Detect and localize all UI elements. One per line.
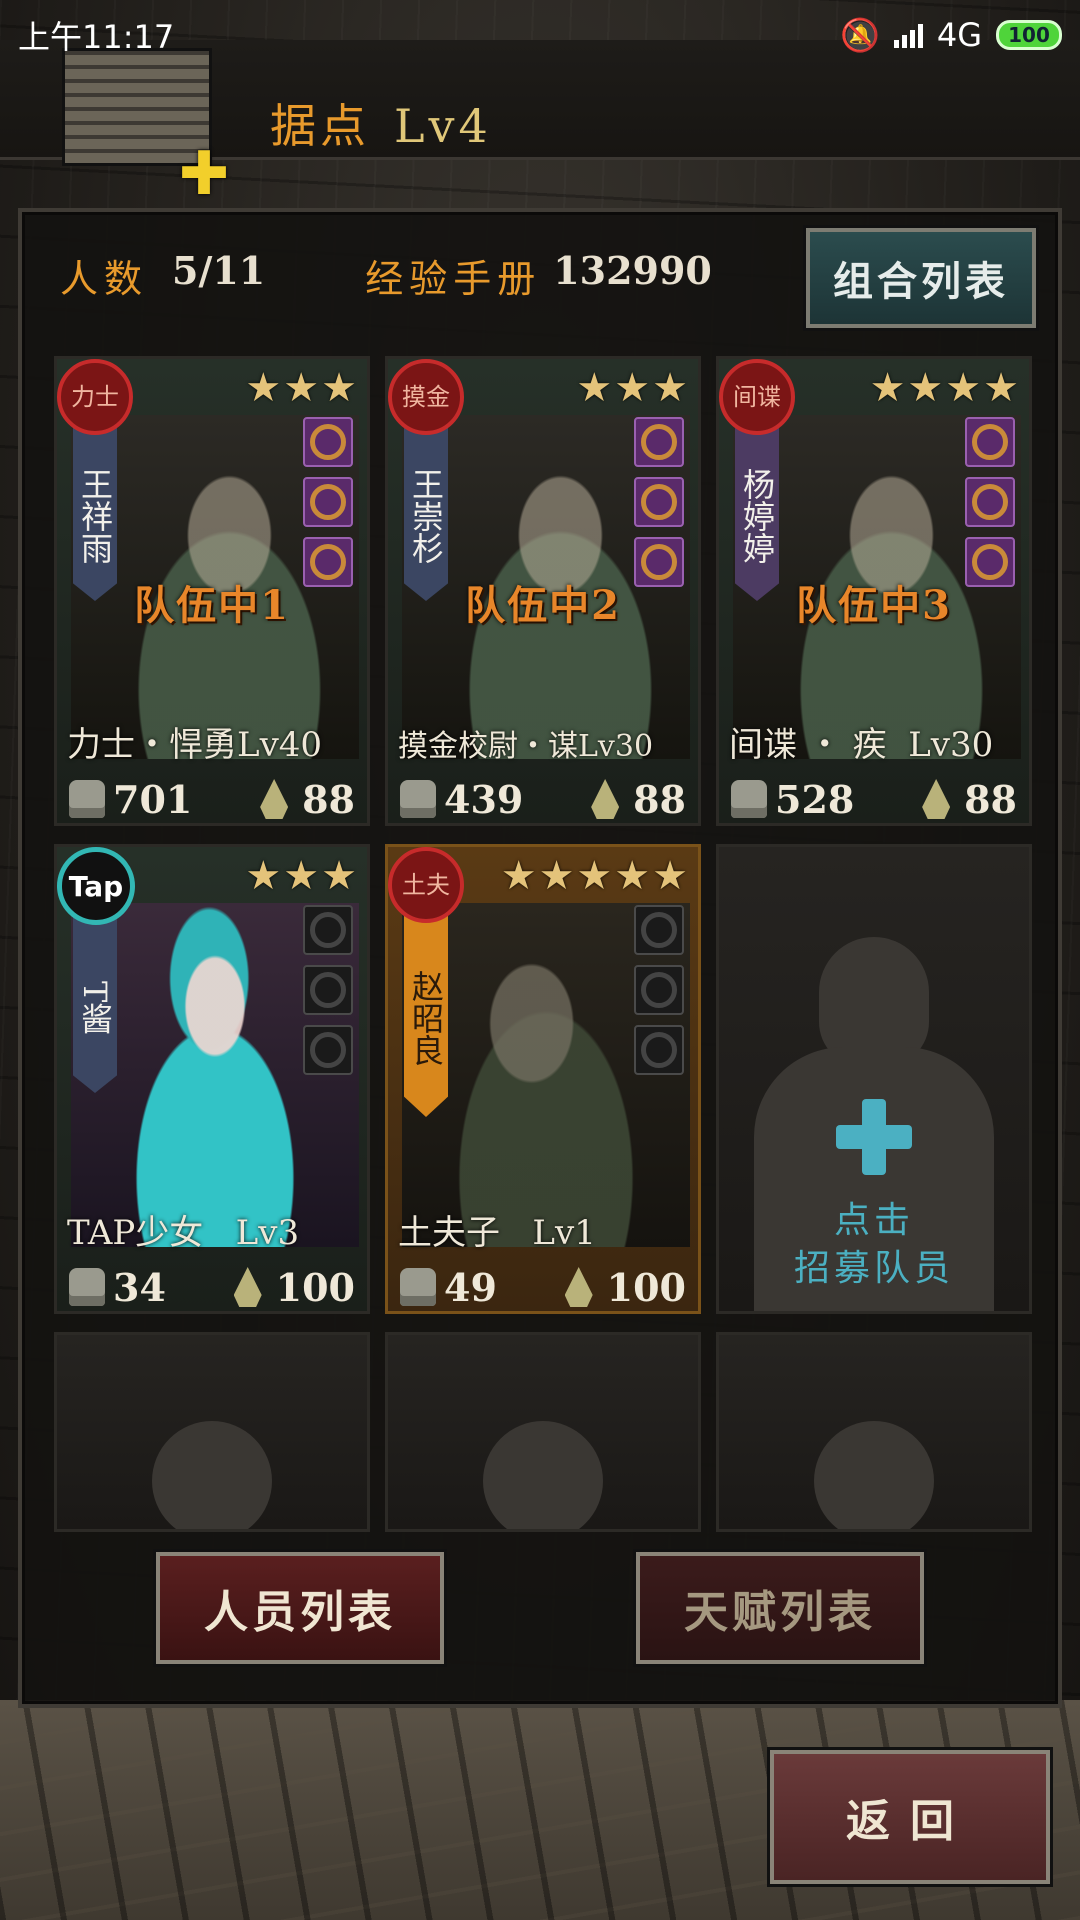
character-title: TAP少女 Lv3 (67, 1213, 300, 1253)
battery-level: 100 (1008, 23, 1050, 47)
ring-icon[interactable] (965, 477, 1015, 527)
equipment-slots (634, 905, 684, 1075)
drop-icon (922, 779, 951, 819)
empty-equip-slot-icon[interactable] (303, 965, 353, 1015)
class-seal: 土夫 (388, 847, 464, 923)
roster-stats: 人数 5/11 经验手册 132990 (60, 248, 712, 303)
fist-icon (400, 780, 436, 818)
character-name: 赵昭良 (404, 913, 448, 1117)
character-stats: 34 100 (57, 1259, 367, 1311)
silhouette-head (814, 1421, 934, 1529)
battery-icon: 100 (996, 20, 1062, 50)
character-card[interactable]: 间谍 杨婷婷 ★★★★ 队伍中3 间谍 ・ 疾 Lv30 528 88 (716, 356, 1032, 826)
stamina-value: 88 (633, 776, 686, 822)
status-time: 上午11:17 (18, 18, 175, 56)
character-title: 摸金校尉・谋Lv30 (398, 729, 654, 764)
ring-icon[interactable] (303, 477, 353, 527)
combo-list-button[interactable]: 组合列表 (803, 225, 1039, 331)
exp-manual-value: 132990 (553, 248, 712, 293)
star-rating: ★★★ (245, 853, 359, 899)
equipment-slots (303, 905, 353, 1075)
star-rating: ★★★★★ (500, 853, 690, 899)
network-type: 4G (936, 16, 982, 54)
empty-equip-slot-icon[interactable] (303, 905, 353, 955)
power-value: 49 (444, 1264, 497, 1310)
power-value: 34 (113, 1264, 166, 1310)
equipment-slots (965, 417, 1015, 587)
character-card[interactable]: 摸金 王崇杉 ★★★ 队伍中2 摸金校尉・谋Lv30 439 88 (385, 356, 701, 826)
class-seal: 力士 (57, 359, 133, 435)
fist-icon (69, 1268, 105, 1306)
stamina-value: 100 (275, 1264, 355, 1310)
base-level: Lv4 (394, 99, 492, 153)
power-value: 528 (775, 776, 855, 822)
drop-icon (564, 1267, 593, 1307)
empty-equip-slot-icon[interactable] (634, 905, 684, 955)
character-card[interactable]: 力士 王祥雨 ★★★ 队伍中1 力士・悍勇Lv40 701 88 (54, 356, 370, 826)
recruit-slot[interactable]: 点击 招募队员 (716, 844, 1032, 1314)
ring-icon[interactable] (303, 417, 353, 467)
character-card[interactable]: Tap T酱 ★★★ TAP少女 Lv3 34 100 (54, 844, 370, 1314)
signal-icon (893, 22, 923, 48)
base-title: 据点 (270, 99, 370, 153)
power-value: 701 (113, 776, 193, 822)
star-rating: ★★★ (245, 365, 359, 411)
character-name: T酱 (73, 917, 117, 1093)
exp-manual-label: 经验手册 (365, 257, 542, 301)
fist-icon (69, 780, 105, 818)
fist-icon (731, 780, 767, 818)
upgrade-plus-icon[interactable]: ✚ (178, 144, 230, 204)
equipment-slots (303, 417, 353, 587)
recruit-plus-icon[interactable] (836, 1099, 912, 1175)
recruit-line-1: 点击 (833, 1200, 914, 1241)
empty-equip-slot-icon[interactable] (634, 965, 684, 1015)
empty-equip-slot-icon[interactable] (634, 1025, 684, 1075)
empty-slot (54, 1332, 370, 1532)
silhouette-head (483, 1421, 603, 1529)
character-title: 间谍 ・ 疾 Lv30 (729, 725, 994, 765)
tap-logo-icon: Tap (57, 847, 135, 925)
recruit-prompt[interactable]: 点击 招募队员 (719, 1197, 1029, 1293)
star-rating: ★★★ (576, 365, 690, 411)
power-value: 439 (444, 776, 524, 822)
back-button[interactable]: 返回 (767, 1747, 1053, 1887)
character-title: 土夫子 Lv1 (398, 1213, 596, 1253)
drop-icon (233, 1267, 262, 1307)
class-seal: 摸金 (388, 359, 464, 435)
empty-slot (385, 1332, 701, 1532)
ring-icon[interactable] (965, 417, 1015, 467)
ring-icon[interactable] (634, 477, 684, 527)
character-card[interactable]: 土夫 赵昭良 ★★★★★ 土夫子 Lv1 49 100 (385, 844, 701, 1314)
stamina-value: 88 (302, 776, 355, 822)
talent-list-button[interactable]: 天赋列表 (633, 1549, 927, 1667)
drop-icon (591, 779, 620, 819)
character-title: 力士・悍勇Lv40 (67, 725, 323, 765)
drop-icon (260, 779, 289, 819)
equipment-slots (634, 417, 684, 587)
character-stats: 528 88 (719, 771, 1029, 823)
empty-slot (716, 1332, 1032, 1532)
member-count-label: 人数 (60, 257, 149, 301)
recruit-line-2: 招募队员 (793, 1248, 954, 1289)
class-seal: 间谍 (719, 359, 795, 435)
silhouette-head (152, 1421, 272, 1529)
star-rating: ★★★★ (869, 365, 1021, 411)
page-title: 据点 Lv4 (270, 90, 492, 156)
ring-icon[interactable] (634, 417, 684, 467)
character-stats: 701 88 (57, 771, 367, 823)
stamina-value: 100 (606, 1264, 686, 1310)
fist-icon (400, 1268, 436, 1306)
status-icons: 🔕 4G 100 (840, 16, 1062, 54)
team-status: 队伍中2 (465, 582, 621, 629)
team-status: 队伍中1 (134, 582, 290, 629)
character-stats: 439 88 (388, 771, 698, 823)
stamina-value: 88 (964, 776, 1017, 822)
status-bar: 上午11:17 🔕 4G 100 (0, 0, 1080, 70)
member-count-value: 5/11 (172, 248, 266, 293)
character-stats: 49 100 (388, 1259, 698, 1311)
mute-icon: 🔕 (840, 16, 880, 54)
staff-list-button[interactable]: 人员列表 (153, 1549, 447, 1667)
team-status: 队伍中3 (796, 582, 952, 629)
empty-equip-slot-icon[interactable] (303, 1025, 353, 1075)
